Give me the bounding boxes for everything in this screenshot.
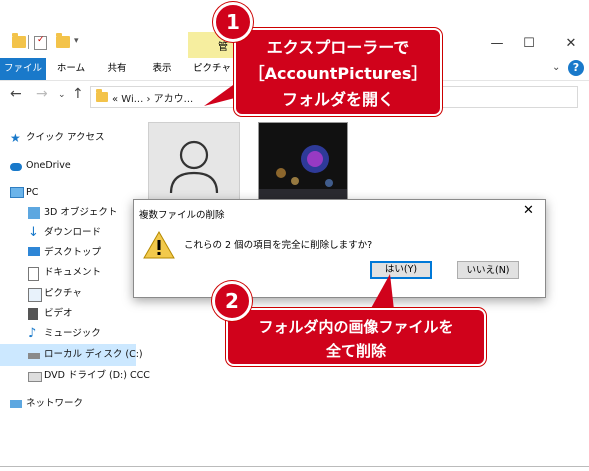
sidebar-item-documents[interactable]: ドキュメント bbox=[28, 263, 102, 283]
video-icon bbox=[28, 308, 38, 320]
callout-1-line-3: フォルダを開く bbox=[281, 90, 394, 109]
drive-icon bbox=[28, 353, 40, 359]
sidebar-item-label: ピクチャ bbox=[44, 288, 82, 299]
sidebar-item-label: DVD ドライブ (D:) CCC bbox=[44, 370, 150, 381]
callout-1-line-1: エクスプローラーで bbox=[266, 38, 410, 57]
document-icon bbox=[28, 267, 39, 281]
sidebar-item-pictures[interactable]: ピクチャ bbox=[28, 284, 82, 304]
tab-file[interactable]: ファイル bbox=[0, 58, 46, 80]
network-icon bbox=[10, 400, 22, 408]
sidebar-item-label: PC bbox=[26, 187, 39, 198]
callout-2: フォルダ内の画像ファイルを 全て削除 bbox=[226, 308, 486, 366]
tab-share[interactable]: 共有 bbox=[98, 58, 136, 80]
no-button[interactable]: いいえ(N) bbox=[457, 261, 519, 279]
properties-icon[interactable]: ✓ bbox=[34, 35, 47, 50]
sidebar-item-label: デスクトップ bbox=[44, 247, 102, 258]
sidebar-item-3d-objects[interactable]: 3D オブジェクト bbox=[28, 203, 118, 223]
cube-icon bbox=[28, 207, 40, 219]
sidebar-item-local-disk[interactable]: ローカル ディスク (C:) bbox=[28, 345, 143, 365]
callout-1: エクスプローラーで ［AccountPictures］ フォルダを開く bbox=[234, 28, 442, 116]
sidebar-item-network[interactable]: ネットワーク bbox=[10, 394, 84, 414]
sidebar-item-label: ローカル ディスク (C:) bbox=[44, 349, 143, 360]
close-button[interactable]: ✕ bbox=[556, 34, 586, 54]
sidebar-item-label: OneDrive bbox=[26, 160, 71, 171]
callout-pointer-2 bbox=[370, 274, 394, 310]
dvd-icon bbox=[28, 372, 42, 382]
folder-icon bbox=[12, 33, 26, 48]
recent-locations-icon[interactable]: ⌄ bbox=[58, 90, 66, 100]
up-arrow-icon[interactable]: ↑ bbox=[72, 86, 84, 102]
callout-1-line-2: ［AccountPictures］ bbox=[248, 64, 428, 83]
dialog-message: これらの 2 個の項目を完全に削除しますか? bbox=[184, 240, 373, 251]
cloud-icon bbox=[10, 163, 22, 171]
divider bbox=[0, 466, 589, 467]
star-icon: ★ bbox=[10, 131, 21, 145]
photo-thumbnail[interactable] bbox=[258, 122, 348, 206]
sidebar-item-label: ドキュメント bbox=[44, 267, 102, 278]
tab-home[interactable]: ホーム bbox=[50, 58, 92, 80]
maximize-button[interactable]: ☐ bbox=[514, 34, 544, 54]
step-badge-2: 2 bbox=[212, 281, 252, 321]
sidebar-item-pc[interactable]: PC bbox=[10, 183, 39, 203]
help-icon[interactable]: ? bbox=[568, 60, 584, 76]
tab-picture-tools[interactable]: ピクチャ bbox=[190, 58, 234, 80]
new-folder-icon[interactable] bbox=[56, 33, 70, 48]
sidebar-item-desktop[interactable]: デスクトップ bbox=[28, 243, 102, 263]
step-badge-1: 1 bbox=[213, 2, 253, 42]
sidebar-item-downloads[interactable]: ↓ ダウンロード bbox=[28, 223, 102, 243]
breadcrumb[interactable]: « Wi... › アカウ... bbox=[112, 90, 193, 105]
minimize-button[interactable]: — bbox=[482, 34, 512, 54]
sidebar-item-label: ネットワーク bbox=[26, 398, 84, 409]
tab-view[interactable]: 表示 bbox=[142, 58, 182, 80]
sidebar-item-label: ミュージック bbox=[44, 328, 101, 339]
dialog-close-button[interactable]: ✕ bbox=[523, 203, 534, 218]
customize-quick-access-icon[interactable]: ▾ bbox=[74, 36, 79, 46]
sidebar-item-dvd-drive[interactable]: DVD ドライブ (D:) CCC bbox=[28, 366, 150, 386]
back-arrow-icon[interactable]: ← bbox=[10, 86, 22, 102]
picture-icon bbox=[28, 288, 42, 302]
chevron-down-icon[interactable]: ⌄ bbox=[552, 62, 560, 73]
callout-2-line-2: 全て削除 bbox=[325, 342, 386, 360]
user-image-thumbnail[interactable] bbox=[148, 122, 240, 206]
warning-icon bbox=[143, 230, 175, 263]
music-icon: ♪ bbox=[28, 326, 37, 341]
sidebar-item-videos[interactable]: ビデオ bbox=[28, 304, 73, 324]
user-icon bbox=[169, 140, 219, 194]
forward-arrow-icon[interactable]: → bbox=[36, 86, 48, 102]
sidebar-item-label: ダウンロード bbox=[44, 227, 102, 238]
download-icon: ↓ bbox=[28, 225, 39, 240]
callout-2-line-1: フォルダ内の画像ファイルを bbox=[258, 318, 454, 336]
sidebar-item-label: 3D オブジェクト bbox=[44, 207, 118, 218]
sidebar-item-onedrive[interactable]: OneDrive bbox=[10, 156, 71, 176]
dialog-title: 複数ファイルの削除 bbox=[139, 210, 225, 221]
sidebar-item-quick-access[interactable]: ★ クイック アクセス bbox=[10, 128, 105, 148]
folder-icon bbox=[96, 89, 108, 102]
desktop-icon bbox=[28, 247, 40, 256]
sidebar-item-music[interactable]: ♪ ミュージック bbox=[28, 324, 101, 344]
sidebar-item-label: ビデオ bbox=[44, 308, 73, 319]
photo-image bbox=[259, 123, 347, 205]
pc-icon bbox=[10, 187, 24, 198]
divider bbox=[28, 35, 29, 49]
sidebar-item-label: クイック アクセス bbox=[26, 132, 105, 143]
